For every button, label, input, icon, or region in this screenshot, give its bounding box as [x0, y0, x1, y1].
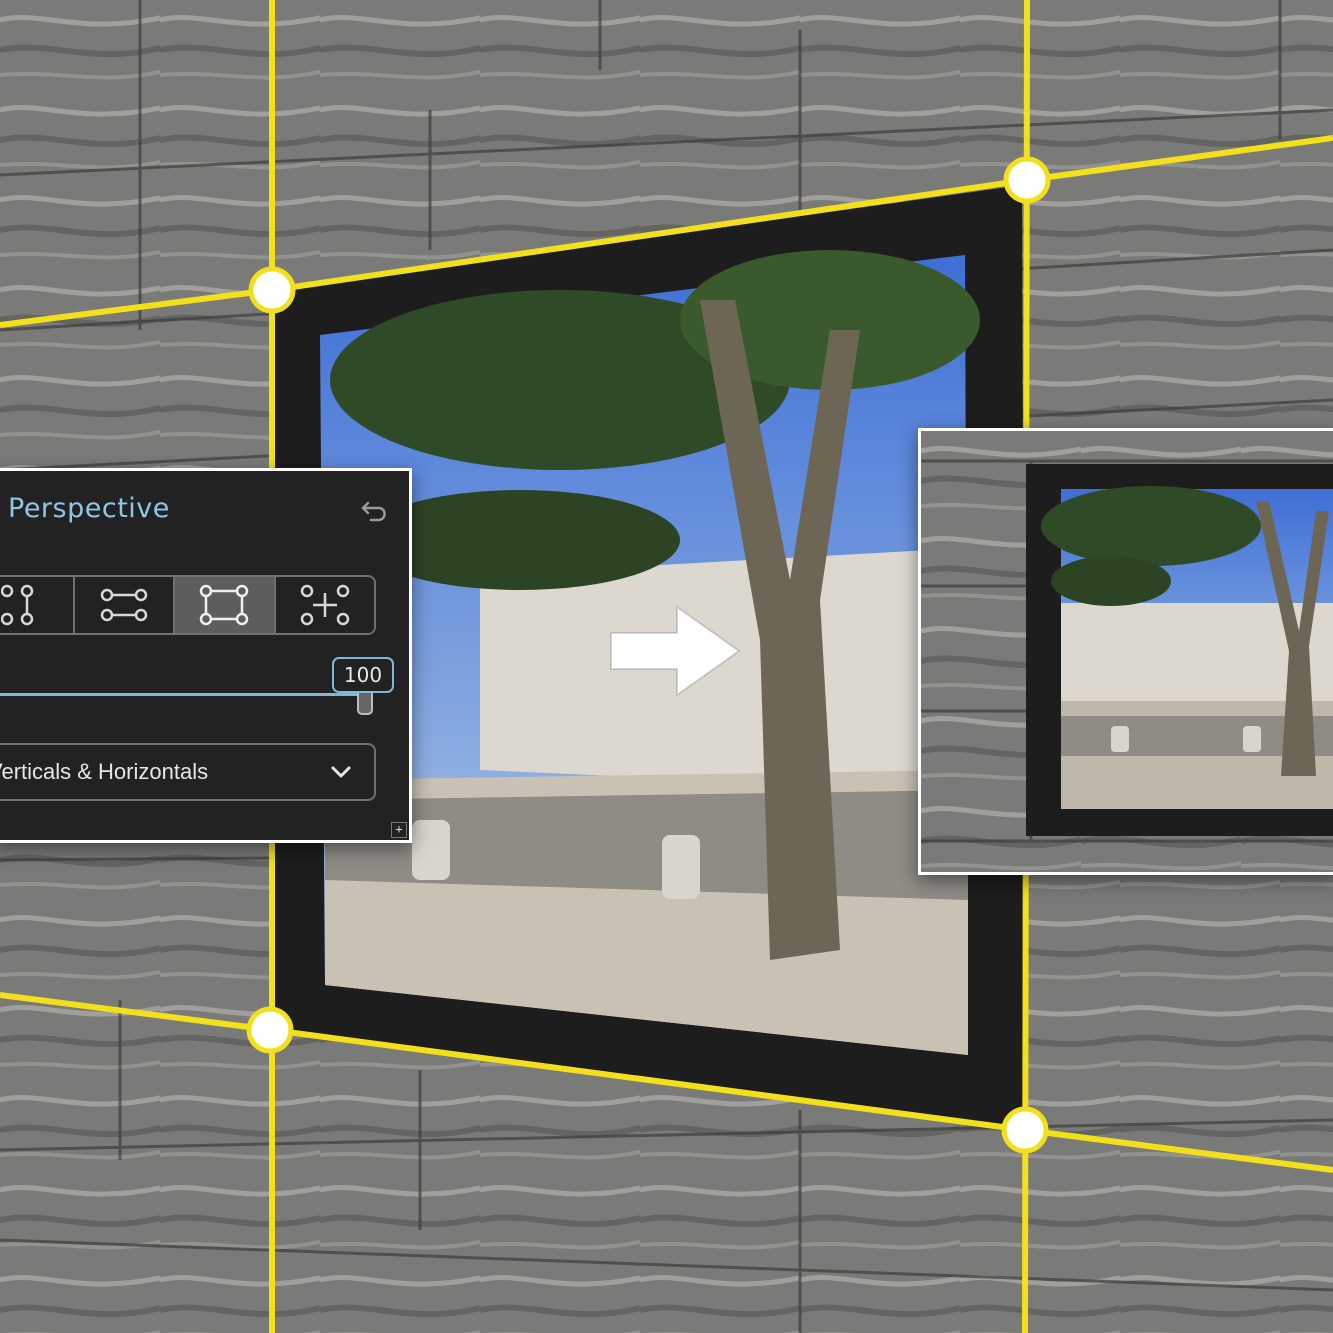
- amount-value-field[interactable]: 100: [332, 657, 394, 693]
- corrected-photo: [921, 431, 1333, 872]
- mode-four-point-button[interactable]: [275, 577, 374, 633]
- chevron-down-icon: [331, 766, 351, 778]
- guide-handle[interactable]: [1001, 1106, 1049, 1154]
- correction-type-dropdown[interactable]: Verticals & Horizontals: [0, 743, 376, 801]
- guide-handle[interactable]: [248, 266, 296, 314]
- amount-slider-track[interactable]: [0, 693, 368, 696]
- mode-horizontal-button[interactable]: [74, 577, 175, 633]
- expand-button[interactable]: +: [391, 822, 407, 838]
- four-point-guides-icon: [300, 584, 349, 626]
- panel-title: Perspective: [8, 493, 170, 524]
- dropdown-selected-label: Verticals & Horizontals: [0, 759, 209, 784]
- horizontal-guides-icon: [100, 588, 147, 622]
- vertical-guides-icon: [1, 584, 34, 626]
- rectangle-guides-icon: [200, 584, 249, 626]
- guide-handle[interactable]: [1003, 156, 1051, 204]
- mode-vertical-button[interactable]: [0, 577, 75, 633]
- guide-mode-selector: [0, 575, 376, 635]
- mode-rectangle-button[interactable]: [175, 577, 276, 633]
- perspective-panel: Perspective 100 Verticals & Horizontals …: [0, 468, 412, 843]
- undo-icon[interactable]: [359, 495, 391, 525]
- corrected-preview: [918, 428, 1333, 875]
- guide-handle[interactable]: [246, 1006, 294, 1054]
- arrow-right-icon: [610, 605, 741, 697]
